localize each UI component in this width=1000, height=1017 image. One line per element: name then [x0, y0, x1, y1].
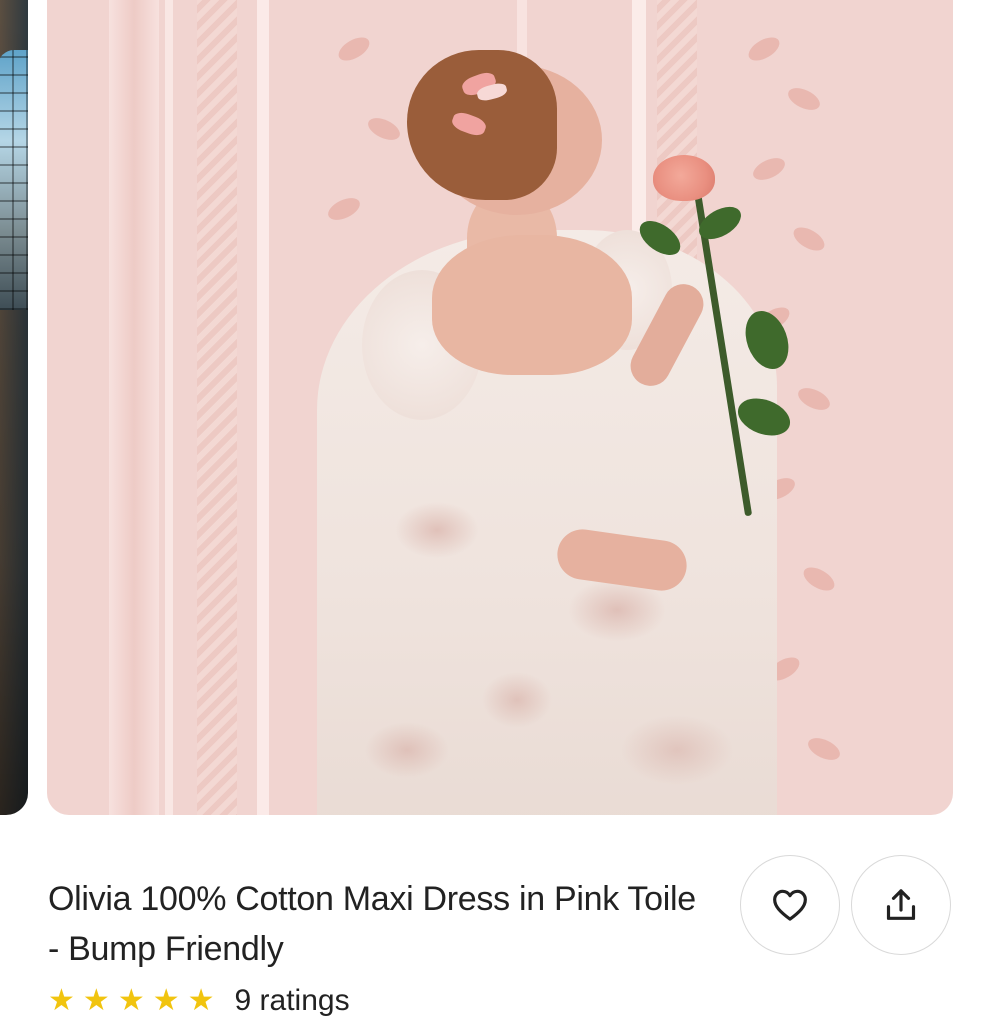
model-chest	[432, 235, 632, 375]
rating-summary[interactable]: ★ ★ ★ ★ ★ 9 ratings	[48, 986, 350, 1016]
wallpaper-leaf	[804, 733, 844, 765]
wall-stripe	[109, 0, 159, 815]
star-icon: ★	[117, 984, 145, 1017]
main-product-image[interactable]	[47, 0, 953, 815]
share-button[interactable]	[851, 855, 951, 955]
wallpaper-leaf	[794, 383, 834, 415]
wall-stripe	[257, 0, 269, 815]
wallpaper-leaf	[799, 562, 839, 596]
star-icon: ★	[48, 984, 75, 1017]
star-icon: ★	[152, 984, 180, 1017]
star-icon: ★	[187, 984, 215, 1017]
share-icon	[886, 889, 916, 920]
previous-image-thumbnail[interactable]	[0, 0, 28, 815]
heart-icon	[773, 889, 807, 921]
wallpaper-leaf	[789, 222, 829, 256]
star-icon: ★	[82, 984, 110, 1017]
stained-glass-window	[0, 50, 28, 310]
wallpaper-leaf	[784, 83, 824, 115]
image-carousel[interactable]	[0, 0, 1000, 820]
model-figure	[317, 0, 777, 815]
favorite-button[interactable]	[740, 855, 840, 955]
wall-stripe	[197, 0, 237, 815]
rating-count[interactable]: 9 ratings	[235, 986, 350, 1016]
pink-rose	[653, 155, 715, 201]
listing-title: Olivia 100% Cotton Maxi Dress in Pink To…	[48, 880, 696, 968]
wall-stripe	[165, 0, 173, 815]
